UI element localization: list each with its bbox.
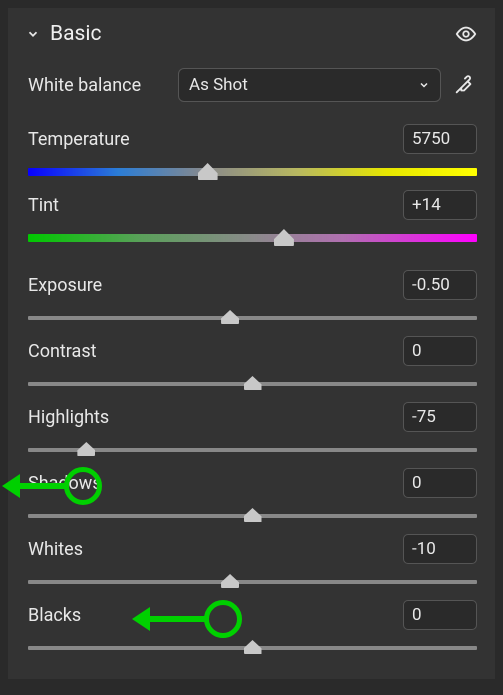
white-balance-select[interactable]: As Shot	[178, 68, 441, 102]
eye-icon[interactable]	[455, 23, 477, 45]
exposure-param: Exposure -0.50	[26, 270, 477, 328]
slider-track	[28, 316, 477, 320]
exposure-label: Exposure	[28, 275, 102, 296]
highlights-head: Highlights -75	[28, 402, 477, 432]
contrast-head: Contrast 0	[28, 336, 477, 366]
slider-thumb[interactable]	[244, 376, 262, 390]
whites-head: Whites -10	[28, 534, 477, 564]
shadows-slider[interactable]	[28, 504, 477, 526]
panel-title: Basic	[50, 22, 101, 46]
temperature-label: Temperature	[28, 129, 130, 150]
white-balance-label: White balance	[28, 75, 168, 96]
whites-slider[interactable]	[28, 570, 477, 592]
slider-thumb[interactable]	[244, 508, 262, 522]
contrast-slider[interactable]	[28, 372, 477, 394]
tint-slider[interactable]	[28, 226, 477, 248]
slider-thumb[interactable]	[198, 163, 218, 180]
slider-thumb[interactable]	[221, 574, 239, 588]
slider-track	[28, 580, 477, 584]
blacks-value[interactable]: 0	[403, 600, 477, 630]
shadows-head: Shadows 0	[28, 468, 477, 498]
tint-head: Tint +14	[28, 190, 477, 220]
temperature-head: Temperature 5750	[28, 124, 477, 154]
tint-label: Tint	[28, 195, 59, 216]
temperature-slider[interactable]	[28, 160, 477, 182]
shadows-value[interactable]: 0	[403, 468, 477, 498]
exposure-head: Exposure -0.50	[28, 270, 477, 300]
exposure-value[interactable]: -0.50	[403, 270, 477, 300]
blacks-slider[interactable]	[28, 636, 477, 658]
blacks-head: Blacks 0	[28, 600, 477, 630]
panel-header: Basic	[26, 22, 477, 46]
slider-thumb[interactable]	[274, 229, 294, 246]
slider-track	[28, 168, 477, 176]
chevron-down-icon	[418, 76, 430, 95]
highlights-slider[interactable]	[28, 438, 477, 460]
highlights-value[interactable]: -75	[403, 402, 477, 432]
slider-thumb[interactable]	[244, 640, 262, 654]
slider-thumb[interactable]	[77, 442, 95, 456]
eyedropper-icon[interactable]	[451, 72, 477, 98]
panel-header-left: Basic	[26, 22, 101, 46]
basic-panel: Basic White balance As Shot Temperature …	[8, 8, 495, 679]
blacks-label: Blacks	[28, 605, 81, 626]
whites-value[interactable]: -10	[403, 534, 477, 564]
tint-param: Tint +14	[26, 190, 477, 248]
highlights-label: Highlights	[28, 407, 109, 428]
exposure-slider[interactable]	[28, 306, 477, 328]
contrast-label: Contrast	[28, 341, 97, 362]
temperature-param: Temperature 5750	[26, 124, 477, 182]
tint-value[interactable]: +14	[403, 190, 477, 220]
shadows-param: Shadows 0	[26, 468, 477, 526]
slider-thumb[interactable]	[221, 310, 239, 324]
slider-track	[28, 234, 477, 242]
whites-param: Whites -10	[26, 534, 477, 592]
contrast-value[interactable]: 0	[403, 336, 477, 366]
contrast-param: Contrast 0	[26, 336, 477, 394]
temperature-value[interactable]: 5750	[403, 124, 477, 154]
highlights-param: Highlights -75	[26, 402, 477, 460]
shadows-label: Shadows	[28, 473, 102, 494]
whites-label: Whites	[28, 539, 83, 560]
chevron-down-icon[interactable]	[26, 27, 40, 41]
white-balance-row: White balance As Shot	[26, 68, 477, 102]
white-balance-value: As Shot	[189, 75, 248, 95]
blacks-param: Blacks 0	[26, 600, 477, 658]
